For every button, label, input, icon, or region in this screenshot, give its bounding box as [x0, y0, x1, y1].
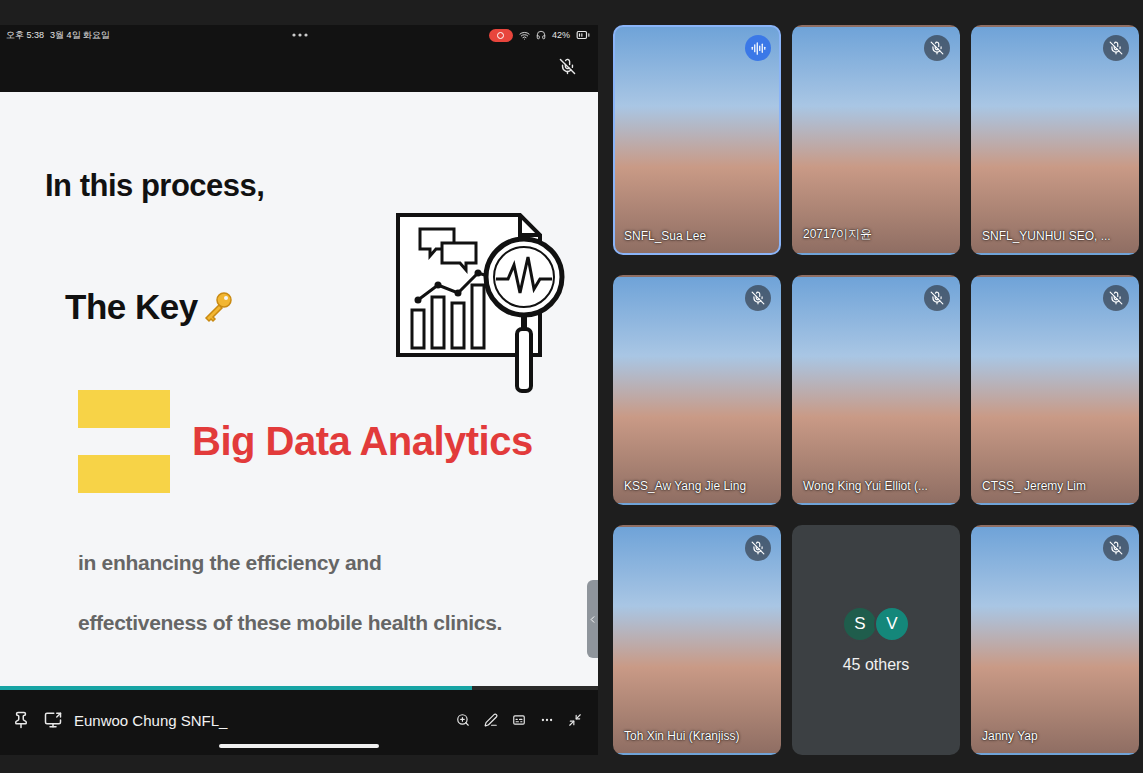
participant-name: Janny Yap — [982, 729, 1131, 743]
wifi-icon — [519, 30, 530, 41]
recording-indicator — [489, 29, 513, 42]
avatar-group: SV — [842, 606, 910, 642]
others-tile[interactable]: SV 45 others — [792, 525, 960, 755]
record-icon — [497, 32, 504, 39]
participant-tile[interactable]: Toh Xin Hui (Kranjiss) — [613, 525, 781, 755]
participant-grid: SNFL_Sua Lee 20717이지윤 SNFL_YUNHUI SEO, ...… — [613, 25, 1139, 755]
data-analysis-icon — [390, 205, 568, 401]
participant-tile[interactable]: SNFL_Sua Lee — [613, 25, 781, 255]
pin-button[interactable] — [10, 709, 32, 731]
mic-off-icon — [751, 541, 765, 555]
equals-icon — [78, 390, 170, 493]
participant-tile[interactable]: SNFL_YUNHUI SEO, ... — [971, 25, 1139, 255]
present-button[interactable] — [42, 709, 64, 731]
pin-icon — [12, 711, 30, 729]
muted-badge — [1103, 285, 1129, 311]
participant-tile[interactable]: CTSS_ Jeremy Lim — [971, 275, 1139, 505]
slide-key-label: The Key — [65, 286, 198, 328]
participant-tile[interactable]: Wong King Yui Elliot (... — [792, 275, 960, 505]
muted-badge — [745, 285, 771, 311]
participant-name: SNFL_YUNHUI SEO, ... — [982, 229, 1131, 243]
participant-name: Wong King Yui Elliot (... — [803, 479, 952, 493]
progress-fill — [0, 686, 472, 690]
status-bar: 오후 5:38 3월 4일 화요일 42% — [0, 25, 598, 92]
minimize-icon — [568, 713, 582, 727]
avatar: S — [842, 606, 878, 642]
mic-off-icon — [751, 291, 765, 305]
participant-name: Toh Xin Hui (Kranjiss) — [624, 729, 773, 743]
audio-icon — [751, 41, 766, 56]
battery-percent: 42% — [552, 30, 570, 40]
screen-share-icon — [44, 711, 62, 729]
captions-icon — [512, 713, 526, 727]
participant-name: SNFL_Sua Lee — [624, 229, 773, 243]
others-count: 45 others — [843, 656, 910, 674]
mic-off-icon — [1109, 41, 1123, 55]
muted-badge — [1103, 35, 1129, 61]
status-date: 3월 4일 화요일 — [50, 29, 110, 42]
participant-tile[interactable]: Janny Yap — [971, 525, 1139, 755]
side-panel-handle[interactable] — [587, 580, 598, 658]
presenter-name: Eunwoo Chung SNFL_ — [74, 712, 227, 729]
participant-name: KSS_Aw Yang Jie Ling — [624, 479, 773, 493]
participant-name: 20717이지윤 — [803, 226, 952, 243]
more-icon — [540, 713, 554, 727]
status-time: 오후 5:38 — [6, 29, 44, 42]
dots-icon — [291, 32, 309, 38]
chevron-left-icon — [587, 614, 598, 625]
slide-progress — [0, 686, 598, 690]
participant-name: CTSS_ Jeremy Lim — [982, 479, 1131, 493]
zoom-button[interactable] — [454, 711, 472, 729]
muted-badge — [924, 285, 950, 311]
slide-highlight: Big Data Analytics — [192, 419, 533, 464]
participant-tile[interactable]: KSS_Aw Yang Jie Ling — [613, 275, 781, 505]
mic-off-icon — [930, 41, 944, 55]
mic-off-icon — [1109, 541, 1123, 555]
more-button[interactable] — [538, 711, 556, 729]
participant-tile[interactable]: 20717이지윤 — [792, 25, 960, 255]
battery-icon — [576, 28, 590, 42]
key-icon — [200, 290, 234, 324]
pen-icon — [484, 713, 498, 727]
slide-body-line: in enhancing the efficiency and — [78, 533, 582, 593]
meeting-screen: 오후 5:38 3월 4일 화요일 42% In this process, The K… — [0, 0, 1143, 773]
mic-off-icon — [1109, 291, 1123, 305]
zoom-in-icon — [456, 713, 470, 727]
presentation-slide: In this process, The Key Big Data Analytic… — [0, 92, 598, 686]
speaking-badge — [745, 35, 771, 61]
muted-badge — [1103, 535, 1129, 561]
slide-body-line: effectiveness of these mobile health cli… — [78, 593, 582, 653]
muted-badge — [924, 35, 950, 61]
mic-off-icon — [559, 58, 576, 75]
collapse-button[interactable] — [566, 711, 584, 729]
mic-off-icon — [930, 291, 944, 305]
muted-badge — [745, 535, 771, 561]
presentation-toolbar: Eunwoo Chung SNFL_ — [0, 690, 598, 755]
slide-heading: In this process, — [45, 167, 264, 204]
annotate-button[interactable] — [482, 711, 500, 729]
home-indicator — [219, 744, 379, 748]
headphones-icon — [536, 30, 546, 40]
shared-screen-panel: 오후 5:38 3월 4일 화요일 42% In this process, The K… — [0, 25, 598, 755]
avatar: V — [874, 606, 910, 642]
captions-button[interactable] — [510, 711, 528, 729]
